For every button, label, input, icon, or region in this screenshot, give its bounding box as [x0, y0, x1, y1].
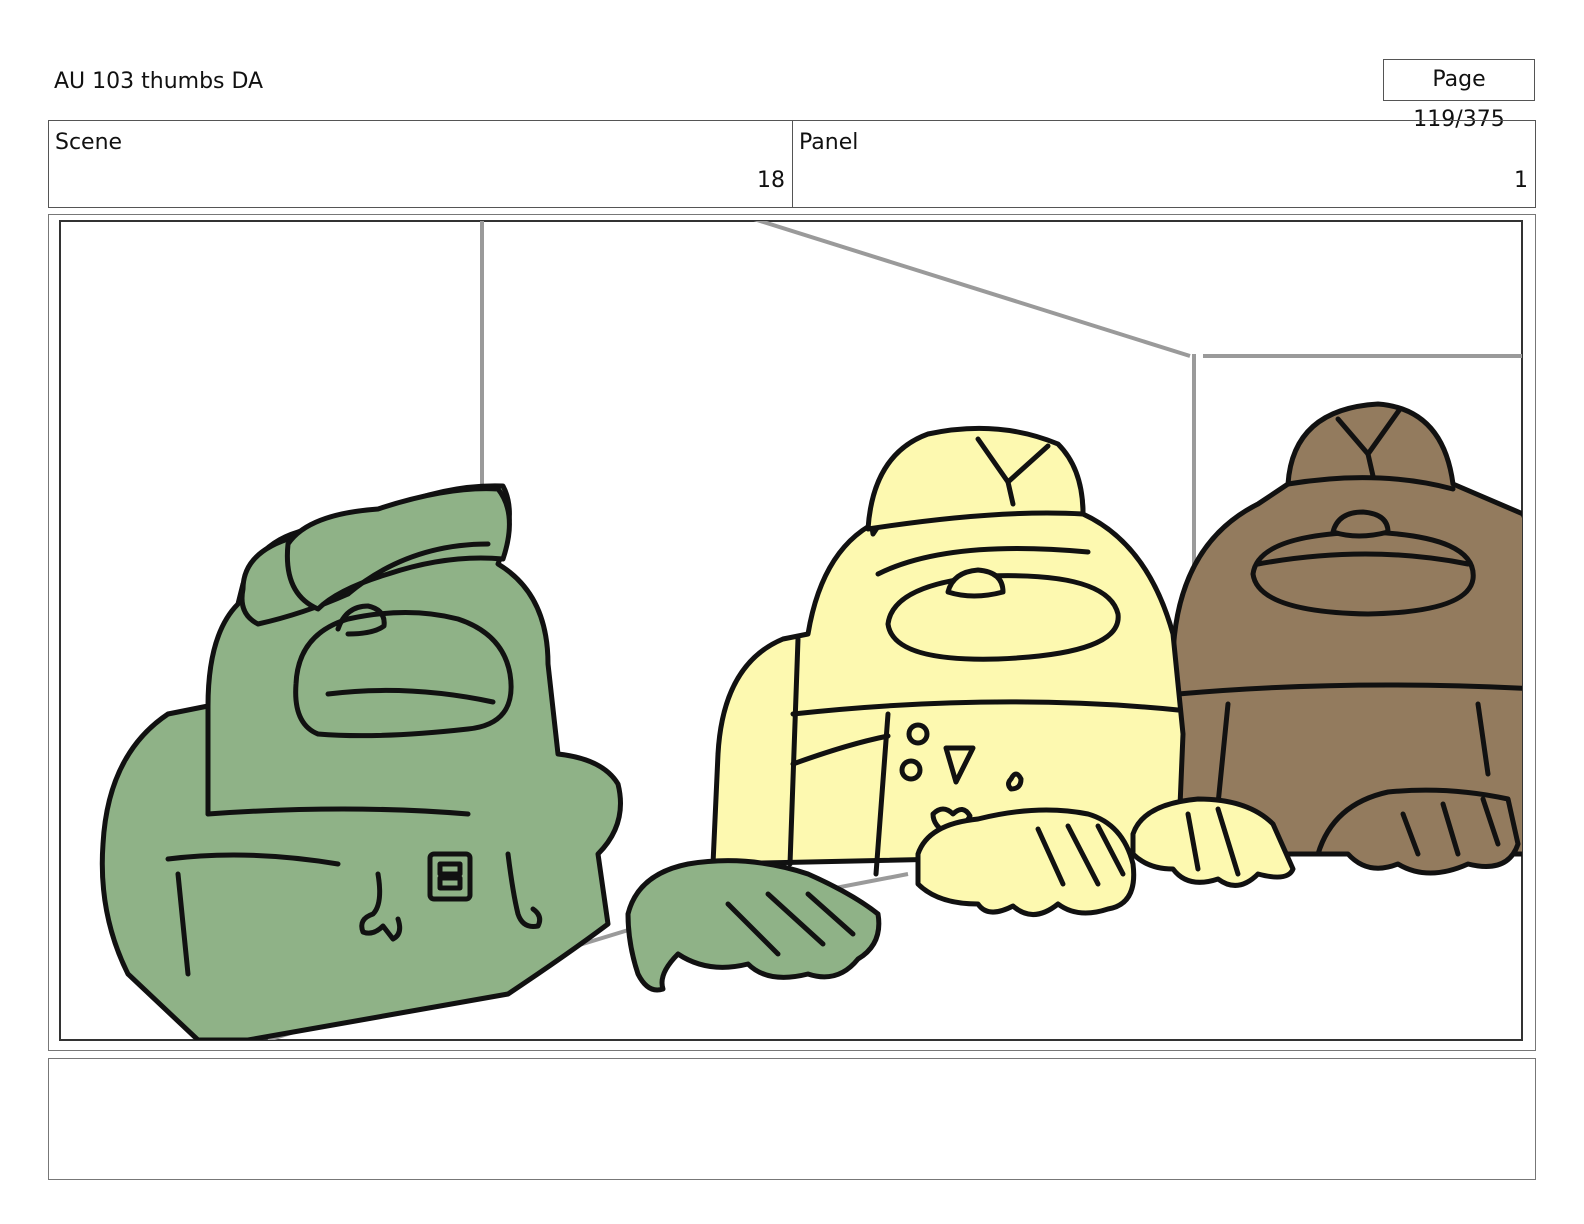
- panel-number: 1: [1514, 168, 1528, 193]
- panel-cell: Panel 1: [793, 121, 1535, 207]
- scene-panel-info: Scene 18 Panel 1: [48, 120, 1536, 208]
- scene-cell: Scene 18: [49, 121, 793, 207]
- page-counter: Page 119/375: [1383, 59, 1535, 132]
- scene-number: 18: [757, 168, 785, 193]
- scene-label: Scene: [55, 130, 123, 155]
- notes-box: [48, 1058, 1536, 1180]
- storyboard-drawing: [59, 220, 1523, 1041]
- panel-label: Panel: [799, 130, 859, 155]
- document-title: AU 103 thumbs DA: [54, 69, 264, 94]
